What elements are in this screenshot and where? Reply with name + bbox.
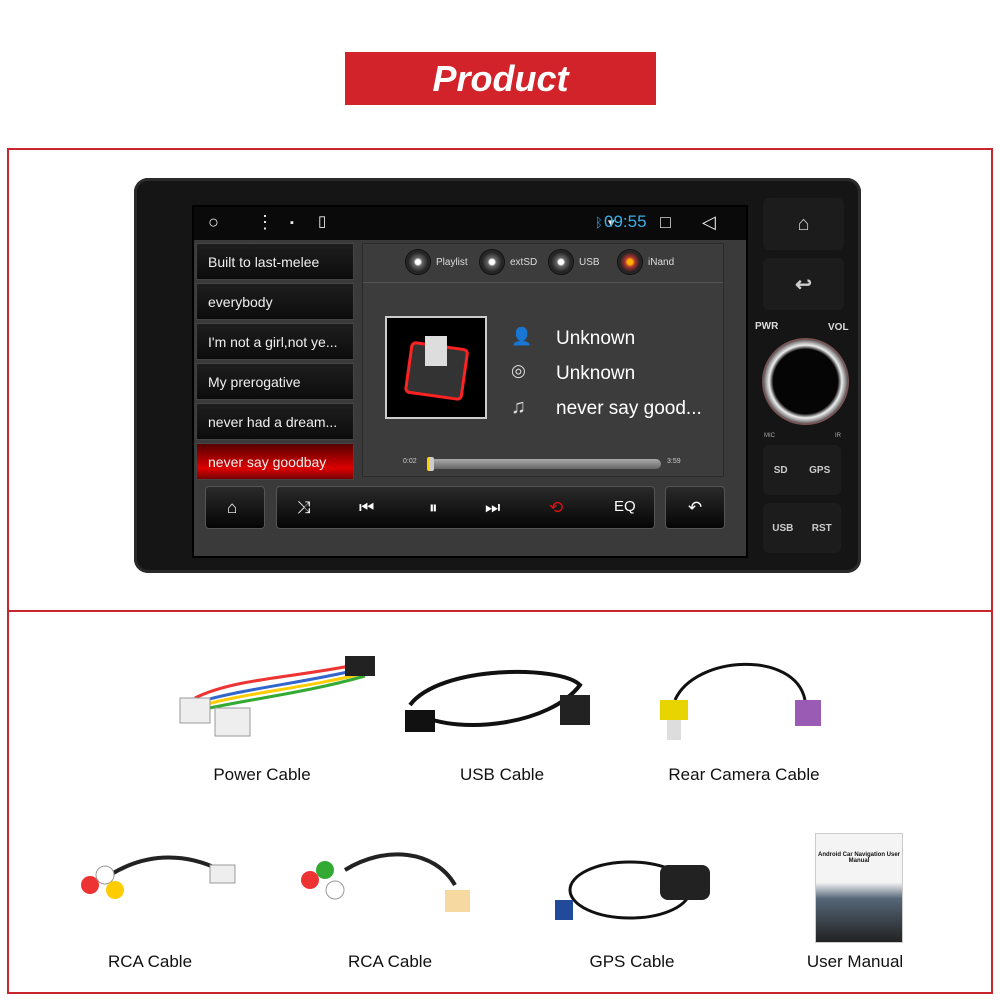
back-icon: ↩ <box>795 273 812 296</box>
progress-slider[interactable] <box>427 457 661 471</box>
hw-home-button[interactable]: ⌂ <box>763 198 844 250</box>
album: Unknown <box>556 363 636 384</box>
divider <box>7 610 993 612</box>
source-extsd[interactable]: extSD <box>479 249 537 275</box>
playlist-item[interactable]: My prerogative <box>196 363 354 400</box>
shuffle-icon[interactable]: ⤨ <box>297 498 311 518</box>
rca-cable-image-2 <box>301 852 470 912</box>
user-manual-image: Android Car Navigation User Manual <box>815 833 903 943</box>
bluetooth-icon: ᛒ <box>595 215 603 230</box>
pause-icon[interactable]: ⏸ <box>429 498 438 518</box>
accessory-label: User Manual <box>806 952 904 971</box>
home-icon: ⌂ <box>797 212 810 235</box>
accessory-label: GPS Cable <box>589 952 675 971</box>
source-label: iNand <box>648 256 675 268</box>
source-usb[interactable]: USB <box>548 249 600 275</box>
previous-icon[interactable]: ⏮ <box>359 498 374 518</box>
sd-gps-panel: SD GPS <box>763 445 841 495</box>
artist-icon: 👤 <box>511 327 533 346</box>
hw-back-button[interactable]: ↩ <box>763 258 844 310</box>
repeat-icon[interactable]: ⟲ <box>549 498 563 518</box>
volume-knob[interactable] <box>762 338 849 425</box>
circle-icon[interactable]: ○ <box>208 212 219 233</box>
rca-cable-image <box>81 855 236 899</box>
source-label: Playlist <box>436 256 468 268</box>
song-title: never say goodbay <box>208 454 327 470</box>
playlist-item-selected[interactable]: never say goodbay <box>196 443 354 480</box>
gps-slot-label: GPS <box>809 464 831 476</box>
image-icon: ▪ <box>290 217 294 229</box>
pwr-label: PWR <box>755 321 779 332</box>
power-cable-image <box>179 656 375 737</box>
reset-button[interactable]: RST <box>812 523 832 534</box>
radio-icon <box>548 249 574 275</box>
total-time: 3:59 <box>667 458 681 465</box>
eq-button[interactable]: EQ <box>614 498 636 515</box>
music-note-icon: ♫ <box>511 396 526 418</box>
album-art <box>385 316 487 419</box>
mic-label: MIC <box>764 433 775 439</box>
playlist-item[interactable]: never had a dream... <box>196 403 354 440</box>
usb-port-label: USB <box>772 522 794 534</box>
home-button[interactable]: ⌂ <box>205 486 265 529</box>
source-label: extSD <box>510 256 538 268</box>
track-title: never say good... <box>556 398 702 419</box>
playlist-item[interactable]: Built to last-melee <box>196 243 354 280</box>
now-playing-panel: Playlist extSD USB iNand 👤 Unknown ◎ Unk… <box>362 243 724 477</box>
clock: 09:55 <box>604 212 647 231</box>
elapsed-time: 0:02 <box>403 458 417 465</box>
radio-icon <box>617 249 643 275</box>
song-title: never had a dream... <box>208 414 338 430</box>
song-title: My prerogative <box>208 374 301 390</box>
playlist-item[interactable]: I'm not a girl,not ye... <box>196 323 354 360</box>
playlist-item[interactable]: everybody <box>196 283 354 320</box>
radio-icon <box>479 249 505 275</box>
song-title: Built to last-melee <box>208 254 320 270</box>
source-playlist[interactable]: Playlist <box>405 249 468 275</box>
source-label: USB <box>579 256 600 268</box>
ir-label: IR <box>835 433 841 439</box>
song-title: I'm not a girl,not ye... <box>208 334 338 350</box>
product-banner: Product <box>345 52 656 105</box>
head-unit-screen: ○ ⋮ ▪ ▯ ᛒ ▾ 09:55 □ ◁ Built to last-mele… <box>192 205 748 558</box>
vol-label: VOL <box>828 322 849 333</box>
accessory-label: RCA Cable <box>107 952 193 971</box>
slider-thumb[interactable] <box>427 457 434 471</box>
accessory-label: USB Cable <box>459 765 545 784</box>
status-bar: ○ ⋮ ▪ ▯ ᛒ ▾ 09:55 □ ◁ <box>194 207 746 240</box>
gps-cable-image <box>555 860 710 920</box>
rear-camera-cable-image <box>660 662 821 740</box>
radio-icon <box>405 249 431 275</box>
sd-card-icon: ▯ <box>318 213 327 230</box>
source-inand[interactable]: iNand <box>617 249 674 275</box>
next-icon[interactable]: ⏭ <box>485 498 500 518</box>
song-title: everybody <box>208 294 273 310</box>
album-icon: ◎ <box>511 361 526 380</box>
return-button[interactable]: ↶ <box>665 486 725 529</box>
menu-dots-icon[interactable]: ⋮ <box>256 212 274 233</box>
music-folder-icon <box>404 336 469 401</box>
back-icon[interactable]: ◁ <box>702 212 716 233</box>
artist: Unknown <box>556 328 636 349</box>
transport-bar: ⤨ ⏮ ⏸ ⏭ ⟲ EQ <box>276 486 655 529</box>
usb-rst-panel: USB RST <box>763 503 841 553</box>
home-icon: ⌂ <box>227 498 238 517</box>
banner-title: Product <box>432 57 569 99</box>
sd-slot-label: SD <box>773 464 788 476</box>
return-icon: ↶ <box>688 498 703 517</box>
accessory-label: RCA Cable <box>347 952 433 971</box>
recents-icon[interactable]: □ <box>660 212 671 233</box>
usb-cable-image <box>405 669 590 732</box>
accessory-label: Rear Camera Cable <box>668 765 820 784</box>
accessory-label: Power Cable <box>213 765 311 784</box>
manual-cover-text: Android Car Navigation User Manual <box>817 852 900 864</box>
